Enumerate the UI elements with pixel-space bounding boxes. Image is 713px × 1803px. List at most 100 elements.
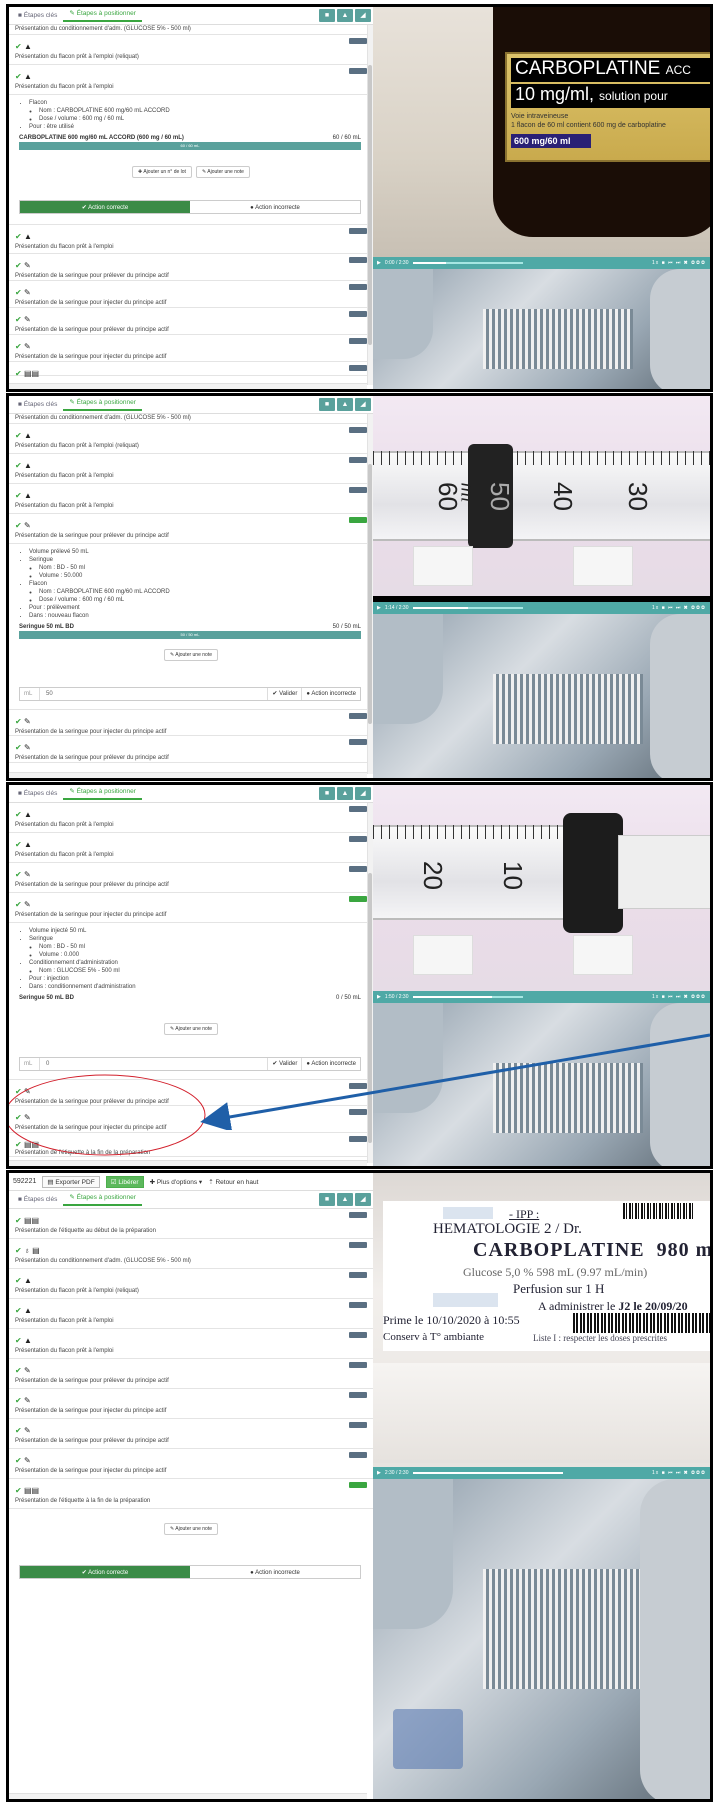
step-item[interactable]: ✔ ✎ Présentation de la seringue pour prél… (9, 514, 373, 544)
more-options-button[interactable]: ✚ Plus d'options ▾ (150, 1178, 203, 1186)
step-item[interactable]: ✔ ✎ Présentation de la seringue pour prél… (9, 308, 373, 335)
step-item[interactable]: ✔ ✎ Présentation de la seringue pour prél… (9, 863, 373, 893)
quantity-input[interactable]: 50 (40, 691, 267, 697)
step-item[interactable]: ✔ ▲ Présentation du flacon prêt à l'emplo… (9, 1269, 373, 1299)
chart-view-button[interactable]: ◢ (355, 1193, 371, 1206)
user-view-button[interactable]: ▲ (337, 787, 353, 800)
status-icons: ✔ ▲ (15, 431, 365, 441)
step-item[interactable]: ✔ ▤▤ Présentation de l'étiquette au début… (9, 1209, 373, 1239)
step-item[interactable]: ✔ ▲ Présentation du flacon prêt à l'emplo… (9, 35, 373, 65)
tab-to-position[interactable]: ✎ Étapes à positionner (63, 1193, 142, 1206)
step-item[interactable]: ✔ ▲ Présentation du flacon prêt à l'emplo… (9, 224, 373, 254)
seek-bar[interactable] (412, 607, 523, 609)
horizontal-scrollbar[interactable] (9, 772, 367, 778)
tab-key-steps[interactable]: ■ Étapes clés (12, 401, 63, 408)
step-item[interactable]: ✔ ▲ Présentation du flacon prêt à l'emplo… (9, 803, 373, 833)
hood-video[interactable] (373, 269, 710, 389)
validate-button[interactable]: ✔ Valider (267, 688, 301, 700)
play-icon[interactable]: ▶ (377, 260, 381, 266)
syringe-video[interactable]: 60 ml 50 40 30 (373, 396, 710, 596)
step-item[interactable]: ✔ ✎ Présentation de la seringue pour prél… (9, 254, 373, 281)
scroll-thumb[interactable] (368, 464, 372, 724)
add-note-button[interactable]: ✎ Ajouter une note (163, 1523, 218, 1535)
step-item[interactable]: ✔ ▲ Présentation du flacon prêt à l'emplo… (9, 484, 373, 514)
video-view-button[interactable]: ■ (319, 1193, 335, 1206)
action-incorrect-button[interactable]: ● Action incorrecte (190, 1566, 360, 1578)
user-view-button[interactable]: ▲ (337, 398, 353, 411)
tab-to-position[interactable]: ✎ Étapes à positionner (63, 787, 142, 800)
action-correct-button[interactable]: ✔ Action correcte (20, 201, 190, 213)
seek-bar[interactable] (412, 262, 523, 264)
video-view-button[interactable]: ■ (319, 9, 335, 22)
playback-controls[interactable]: 1x ■ ⏮ ⏭ ✖ ◎◎◎ (652, 994, 706, 1000)
scroll-thumb[interactable] (368, 65, 372, 345)
horizontal-scrollbar[interactable] (9, 383, 367, 389)
hood-video[interactable] (373, 1479, 710, 1799)
video-controls[interactable]: ▶ 1:50 / 2:30 1x ■ ⏮ ⏭ ✖ ◎◎◎ (373, 991, 710, 1003)
step-item[interactable]: ✔ ♁ ▤ Présentation du conditionnement d'a… (9, 1239, 373, 1269)
time-badge (349, 1136, 367, 1142)
horizontal-scrollbar[interactable] (9, 1160, 367, 1166)
step-item[interactable]: ✔ ▲ Présentation du flacon prêt à l'emplo… (9, 1299, 373, 1329)
label-video[interactable]: - IPP : HEMATOLOGIE 2 / Dr. CARBOPLATINE… (373, 1173, 710, 1467)
add-note-button[interactable]: ✎ Ajouter une note (195, 166, 250, 178)
step-item[interactable]: ✔ ▲ Présentation du flacon prêt à l'emplo… (9, 1329, 373, 1359)
playback-controls[interactable]: 1x ■ ⏮ ⏭ ✖ ◎◎◎ (652, 1470, 706, 1476)
step-item[interactable]: ✔ ✎ Présentation de la seringue pour prél… (9, 1419, 373, 1449)
step-item[interactable]: Présentation du conditionnement d'adm. (… (9, 414, 373, 424)
seek-bar[interactable] (412, 1472, 563, 1474)
user-view-button[interactable]: ▲ (337, 9, 353, 22)
step-item[interactable]: ✔ ✎ Présentation de la seringue pour inje… (9, 335, 373, 362)
back-to-top-button[interactable]: ⇡ Retour en haut (208, 1178, 258, 1186)
tab-to-position[interactable]: ✎ Étapes à positionner (63, 398, 142, 411)
add-note-button[interactable]: ✎ Ajouter une note (163, 649, 218, 661)
action-correct-button[interactable]: ✔ Action correcte (20, 1566, 190, 1578)
action-incorrect-button[interactable]: ● Action incorrecte (190, 201, 360, 213)
step-item[interactable]: ✔ ✎ Présentation de la seringue pour inje… (9, 281, 373, 308)
step-item[interactable]: ✔ ✎ Présentation de la seringue pour prél… (9, 1359, 373, 1389)
playback-controls[interactable]: 1x ■ ⏮ ⏭ ✖ ◎◎◎ (652, 605, 706, 611)
tab-label: Étapes clés (23, 401, 58, 408)
syringe-mark: ml (456, 482, 479, 503)
chart-view-button[interactable]: ◢ (355, 787, 371, 800)
step-title: Présentation de la seringue pour préleve… (15, 327, 169, 333)
action-incorrect-button[interactable]: ● Action incorrecte (301, 688, 360, 700)
play-icon[interactable]: ▶ (377, 994, 381, 1000)
video-view-button[interactable]: ■ (319, 398, 335, 411)
tab-key-steps[interactable]: ■ Étapes clés (12, 12, 63, 19)
play-icon[interactable]: ▶ (377, 605, 381, 611)
video-controls[interactable]: ▶ 2:30 / 2:30 1x ■ ⏮ ⏭ ✖ ◎◎◎ (373, 1467, 710, 1479)
video-controls[interactable]: ▶ 0:00 / 2:30 1x ■ ⏮ ⏭ ✖ ◎◎◎ (373, 257, 710, 269)
chart-view-button[interactable]: ◢ (355, 9, 371, 22)
playback-controls[interactable]: 1x ■ ⏮ ⏭ ✖ ◎◎◎ (652, 260, 706, 266)
vial-video[interactable]: CARBOPLATINE ACC 10 mg/ml, solution pour… (373, 7, 710, 257)
step-item[interactable]: ✔ ▲ Présentation du flacon prêt à l'emplo… (9, 424, 373, 454)
export-pdf-button[interactable]: ▤ Exporter PDF (42, 1175, 100, 1188)
tab-key-steps[interactable]: ■ Étapes clés (12, 790, 63, 797)
step-item[interactable]: Présentation du conditionnement d'adm. (… (9, 25, 373, 35)
step-item[interactable]: ✔ ✎ Présentation de la seringue pour inje… (9, 709, 373, 736)
user-view-button[interactable]: ▲ (337, 1193, 353, 1206)
step-item[interactable]: ✔ ✎ Présentation de la seringue pour inje… (9, 1389, 373, 1419)
release-button[interactable]: ☑ Libérer (105, 1175, 144, 1188)
tab-to-position[interactable]: ✎ Étapes à positionner (63, 9, 142, 22)
step-item[interactable]: ✔ ▲ Présentation du flacon prêt à l'emplo… (9, 833, 373, 863)
horizontal-scrollbar[interactable] (9, 1793, 367, 1799)
step-item[interactable]: ✔ ✎ Présentation de la seringue pour inje… (9, 893, 373, 923)
step-item[interactable]: ✔ ▤▤ Présentation de l'étiquette à la fin… (9, 1479, 373, 1509)
step-item[interactable]: ✔ ▲ Présentation du flacon prêt à l'emplo… (9, 65, 373, 95)
seek-bar[interactable] (412, 996, 523, 998)
step-item[interactable]: ✔ ✎ Présentation de la seringue pour prél… (9, 736, 373, 763)
hood-video[interactable] (373, 614, 710, 778)
step-item[interactable]: ✔ ▤▤ (9, 362, 373, 378)
tab-key-steps[interactable]: ■ Étapes clés (12, 1196, 63, 1203)
play-icon[interactable]: ▶ (377, 1470, 381, 1476)
add-batch-button[interactable]: ✚ Ajouter un n° de lot (132, 166, 192, 178)
video-controls[interactable]: ▶ 1:14 / 2:30 1x ■ ⏮ ⏭ ✖ ◎◎◎ (373, 602, 710, 614)
syringe-video[interactable]: 20 10 (373, 785, 710, 991)
step-item[interactable]: ✔ ✎ Présentation de la seringue pour inje… (9, 1449, 373, 1479)
chart-view-button[interactable]: ◢ (355, 398, 371, 411)
step-item[interactable]: ✔ ▲ Présentation du flacon prêt à l'emplo… (9, 454, 373, 484)
video-view-button[interactable]: ■ (319, 787, 335, 800)
flask-icon: ▲ (23, 42, 32, 51)
